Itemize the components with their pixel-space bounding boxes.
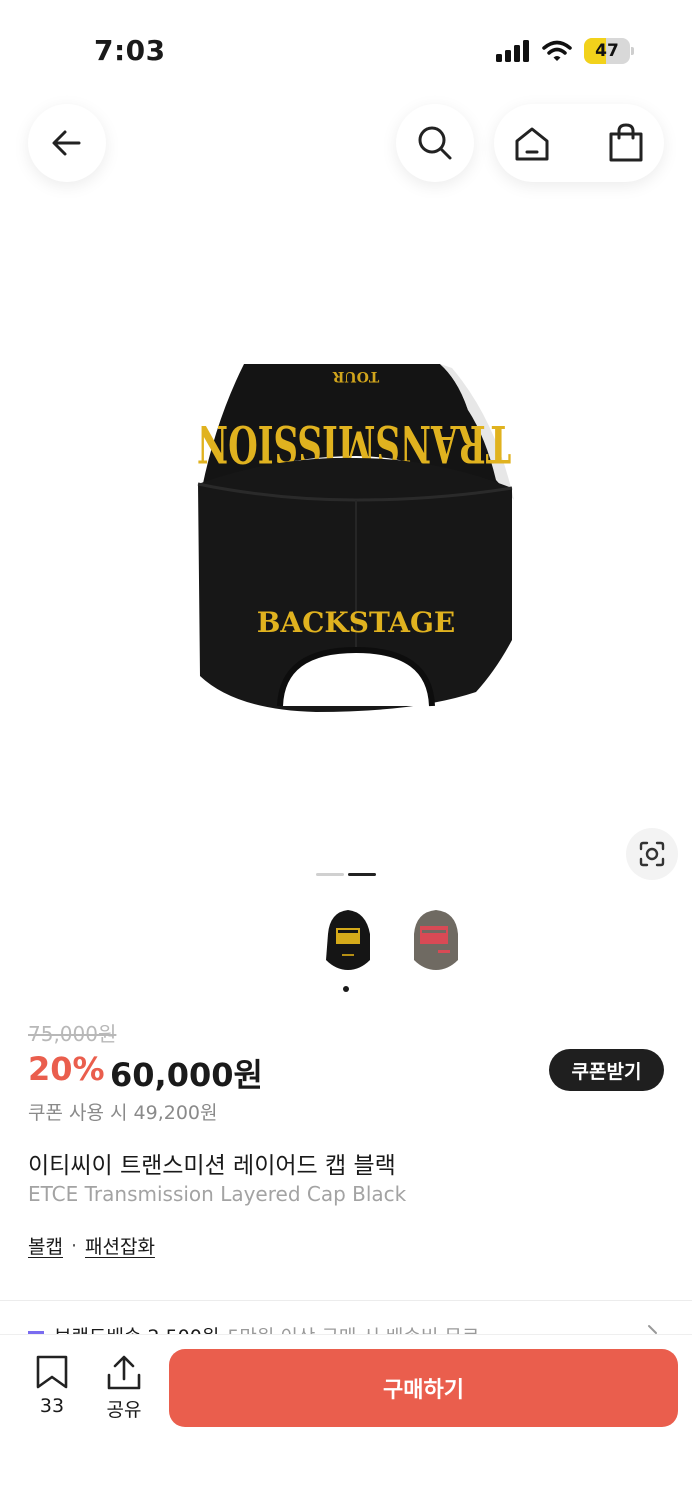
- share-label: 공유: [106, 1399, 142, 1421]
- search-icon: [418, 126, 452, 160]
- breadcrumb-separator: ·: [70, 1234, 78, 1257]
- divider: [0, 1300, 692, 1301]
- visual-search-icon: [639, 841, 665, 867]
- coupon-button[interactable]: 쿠폰받기: [549, 1049, 664, 1091]
- cap-text-tour: TOUR: [332, 368, 379, 384]
- share-button[interactable]: 공유: [94, 1355, 154, 1425]
- thumbnail-strip: [318, 904, 468, 976]
- breadcrumb: 볼캡 · 패션잡화: [28, 1232, 155, 1259]
- battery-level-text: 47: [595, 41, 619, 61]
- product-image: TOUR TRANSMISSION BACKSTAGE: [197, 364, 514, 712]
- product-title-english: ETCE Transmission Layered Cap Black: [28, 1182, 407, 1206]
- category-link-fashion-goods[interactable]: 패션잡화: [85, 1232, 155, 1259]
- arrow-left-icon: [52, 130, 81, 156]
- home-cart-group: [494, 104, 664, 182]
- image-pager: [316, 873, 378, 877]
- product-title: 이티씨이 트랜스미션 레이어드 캡 블랙: [28, 1153, 396, 1179]
- bookmark-button[interactable]: 33: [22, 1355, 82, 1425]
- bookmark-count: 33: [39, 1395, 65, 1417]
- home-icon: [515, 127, 549, 161]
- battery-indicator: 47: [584, 38, 634, 64]
- cellular-signal-icon: [496, 40, 529, 62]
- sale-price: 60,000원: [110, 1056, 263, 1094]
- search-button[interactable]: [396, 104, 474, 182]
- bottom-action-bar: 33 공유 구매하기: [0, 1334, 692, 1500]
- coupon-price: 쿠폰 사용 시 49,200원: [28, 1102, 218, 1124]
- thumbnail-selected-indicator: [343, 986, 349, 992]
- pager-dot: [348, 873, 376, 876]
- status-time: 7:03: [94, 34, 166, 67]
- category-link-ballcap[interactable]: 볼캡: [28, 1232, 63, 1259]
- home-button[interactable]: [512, 124, 552, 164]
- discount-rate: 20%: [28, 1050, 105, 1088]
- share-icon: [107, 1355, 141, 1390]
- pager-dot: [316, 873, 344, 876]
- bookmark-icon: [36, 1355, 68, 1389]
- back-button[interactable]: [28, 104, 106, 182]
- product-image-gallery[interactable]: TOUR TRANSMISSION BACKSTAGE: [0, 240, 692, 860]
- thumbnail-gray-cap[interactable]: [408, 904, 464, 974]
- shopping-bag-icon: [609, 123, 643, 162]
- original-price: 75,000원: [28, 1022, 117, 1046]
- cap-text-backstage: BACKSTAGE: [257, 606, 456, 639]
- status-bar: 7:03 47: [0, 0, 692, 100]
- thumbnail-black-cap[interactable]: [320, 904, 376, 974]
- buy-button[interactable]: 구매하기: [169, 1349, 678, 1427]
- wifi-icon: [542, 40, 572, 61]
- visual-search-button[interactable]: [626, 828, 678, 880]
- price-block: 75,000원 20% 60,000원 쿠폰 사용 시 49,200원 쿠폰받기: [28, 1016, 668, 1126]
- cart-button[interactable]: [606, 122, 646, 164]
